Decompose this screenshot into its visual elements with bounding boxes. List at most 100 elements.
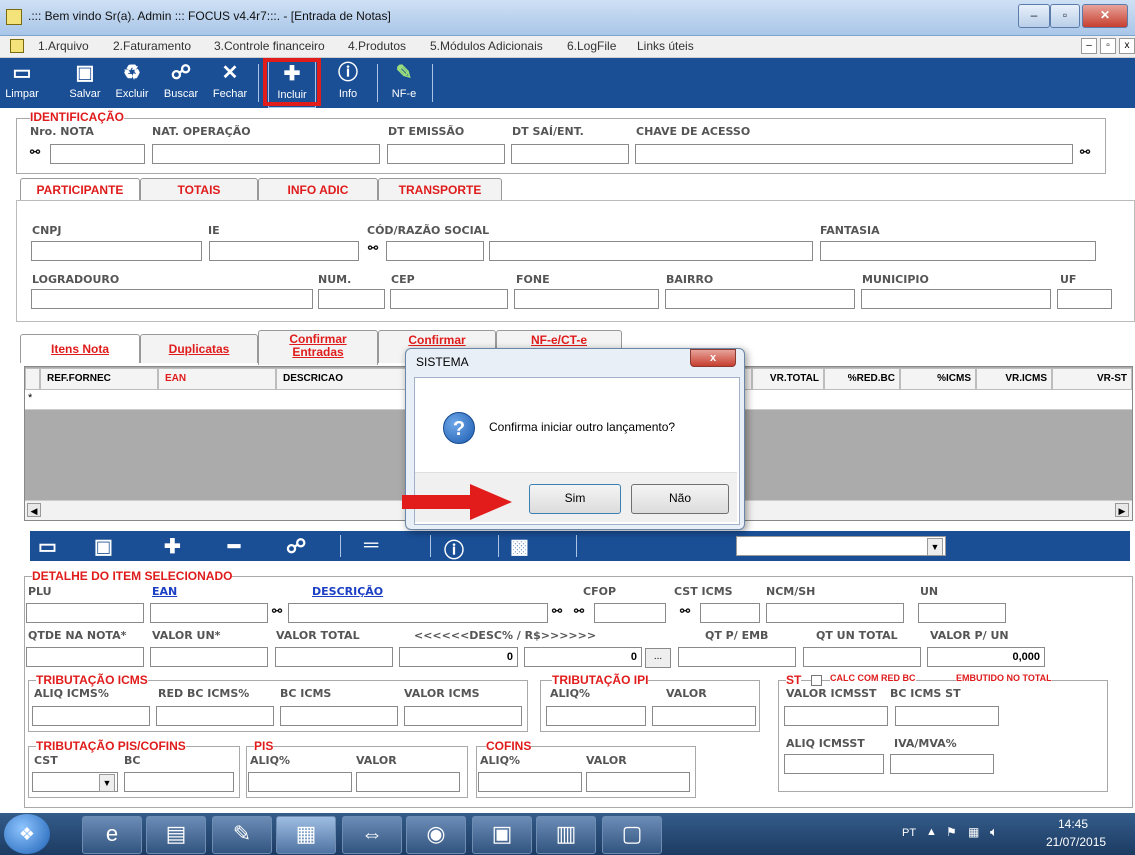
col-ean[interactable]: EAN <box>158 368 276 390</box>
menu-logfile[interactable]: 6.LogFile <box>567 39 616 53</box>
qt-un-total-input[interactable] <box>803 647 921 667</box>
tab-duplicatas[interactable]: Duplicatas <box>140 334 258 363</box>
ean-search-icon[interactable]: ⚯ <box>272 604 282 618</box>
excluir-button[interactable]: ♻ Excluir <box>110 60 154 106</box>
network-icon[interactable]: ▦ <box>968 825 979 839</box>
menu-arquivo[interactable]: 1.Arquivo <box>38 39 89 53</box>
taskbar-excel[interactable]: ▣ <box>472 816 532 854</box>
valor-total-input[interactable] <box>275 647 393 667</box>
save-item-icon[interactable]: ▣ <box>94 534 113 559</box>
start-button[interactable]: ❖ <box>4 814 50 854</box>
chave-acesso-input[interactable] <box>635 144 1073 164</box>
valor-un-input[interactable] <box>150 647 268 667</box>
nro-nota-search-icon[interactable]: ⚯ <box>30 145 40 159</box>
taskbar-window[interactable]: ▢ <box>602 816 662 854</box>
mdi-minimize-button[interactable]: – <box>1081 38 1097 54</box>
taskbar-explorer[interactable]: ▤ <box>146 816 206 854</box>
tab-itens-nota[interactable]: Itens Nota <box>20 334 140 363</box>
cfop-search-icon[interactable]: ⚯ <box>574 604 584 618</box>
cnpj-input[interactable] <box>31 241 202 261</box>
calc-red-bc-checkbox[interactable] <box>811 675 822 686</box>
tray-arrow-icon[interactable]: ▲ <box>926 826 937 838</box>
desc-rs-input[interactable]: 0 <box>524 647 642 667</box>
red-bc-icms-input[interactable] <box>156 706 274 726</box>
add-item-icon[interactable]: ✚ <box>164 534 181 559</box>
menu-controle-financeiro[interactable]: 3.Controle financeiro <box>214 39 325 53</box>
minimize-button[interactable]: – <box>1018 4 1050 28</box>
uf-input[interactable] <box>1057 289 1112 309</box>
dialog-close-button[interactable]: x <box>690 349 736 367</box>
municipio-input[interactable] <box>861 289 1051 309</box>
dt-sai-ent-input[interactable] <box>511 144 629 164</box>
fone-input[interactable] <box>514 289 659 309</box>
tab-participante[interactable]: PARTICIPANTE <box>20 178 140 201</box>
valor-pis-input[interactable] <box>356 772 460 792</box>
remove-item-icon[interactable]: ━ <box>228 534 240 559</box>
plu-input[interactable] <box>26 603 144 623</box>
menu-modulos-adicionais[interactable]: 5.Módulos Adicionais <box>430 39 543 53</box>
col-vr-total[interactable]: VR.TOTAL <box>752 368 824 390</box>
clock-date[interactable]: 21/07/2015 <box>1046 835 1106 849</box>
qtde-nota-input[interactable] <box>26 647 144 667</box>
nat-operacao-input[interactable] <box>152 144 380 164</box>
clock-time[interactable]: 14:45 <box>1058 817 1088 831</box>
cst-select[interactable]: ▼ <box>32 772 118 792</box>
fantasia-input[interactable] <box>820 241 1096 261</box>
mdi-close-button[interactable]: x <box>1119 38 1135 54</box>
desc-pct-input[interactable]: 0 <box>399 647 518 667</box>
bc-icms-input[interactable] <box>280 706 398 726</box>
salvar-button[interactable]: ▣ Salvar <box>64 60 106 106</box>
aliq-icms-input[interactable] <box>32 706 150 726</box>
item-toolbar-combo[interactable]: ▼ <box>736 536 946 556</box>
tab-transporte[interactable]: TRANSPORTE <box>378 178 502 201</box>
descricao-search-icon[interactable]: ⚯ <box>552 604 562 618</box>
flag-icon[interactable]: ⚑ <box>946 825 957 839</box>
tab-confirmar-entradas[interactable]: Confirmar Entradas <box>258 330 378 365</box>
bairro-input[interactable] <box>665 289 855 309</box>
desc-ellipsis-button[interactable]: ... <box>645 648 671 668</box>
valor-p-un-input[interactable]: 0,000 <box>927 647 1045 667</box>
bc-pis-cofins-input[interactable] <box>124 772 234 792</box>
aliq-icmsst-input[interactable] <box>784 754 884 774</box>
scroll-left-icon[interactable]: ◀ <box>27 503 41 517</box>
volume-icon[interactable]: 🔈︎ <box>990 824 998 840</box>
cep-input[interactable] <box>390 289 508 309</box>
yes-button[interactable]: Sim <box>529 484 621 514</box>
scroll-right-icon[interactable]: ▶ <box>1115 503 1129 517</box>
taskbar-teamviewer[interactable]: ⇔ <box>342 816 402 854</box>
menu-produtos[interactable]: 4.Produtos <box>348 39 406 53</box>
cfop-input[interactable] <box>594 603 666 623</box>
tab-totais[interactable]: TOTAIS <box>140 178 258 201</box>
cst-icms-search-icon[interactable]: ⚯ <box>680 604 690 618</box>
valor-icms-input[interactable] <box>404 706 522 726</box>
taskbar-word[interactable]: ▥ <box>536 816 596 854</box>
new-item-icon[interactable]: ▭ <box>38 534 57 559</box>
valor-cofins-input[interactable] <box>586 772 690 792</box>
col-vr-st[interactable]: VR-ST <box>1052 368 1132 390</box>
valor-ipi-input[interactable] <box>652 706 756 726</box>
cst-icms-input[interactable] <box>700 603 760 623</box>
chave-acesso-search-icon[interactable]: ⚯ <box>1080 145 1090 159</box>
fechar-button[interactable]: ✕ Fechar <box>208 60 252 106</box>
descricao-input[interactable] <box>288 603 548 623</box>
num-input[interactable] <box>318 289 385 309</box>
close-button[interactable]: ✕ <box>1082 4 1128 28</box>
col-ref-fornec[interactable]: REF.FORNEC <box>40 368 158 390</box>
package-icon[interactable]: ▩ <box>510 534 529 559</box>
aliq-pis-input[interactable] <box>248 772 352 792</box>
taskbar-ie[interactable]: e <box>82 816 142 854</box>
mdi-restore-button[interactable]: ▫ <box>1100 38 1116 54</box>
language-indicator[interactable]: PT <box>902 827 916 839</box>
taskbar-focus[interactable]: ▦ <box>276 816 336 854</box>
menu-links-uteis[interactable]: Links úteis <box>637 39 694 53</box>
aliq-cofins-input[interactable] <box>478 772 582 792</box>
dt-emissao-input[interactable] <box>387 144 505 164</box>
maximize-button[interactable]: ▫ <box>1050 4 1080 28</box>
menu-faturamento[interactable]: 2.Faturamento <box>113 39 191 53</box>
aliq-ipi-input[interactable] <box>546 706 646 726</box>
taskbar-chrome[interactable]: ◉ <box>406 816 466 854</box>
ie-input[interactable] <box>209 241 359 261</box>
nro-nota-input[interactable] <box>50 144 145 164</box>
iva-mva-input[interactable] <box>890 754 994 774</box>
buscar-button[interactable]: ☍ Buscar <box>158 60 204 106</box>
